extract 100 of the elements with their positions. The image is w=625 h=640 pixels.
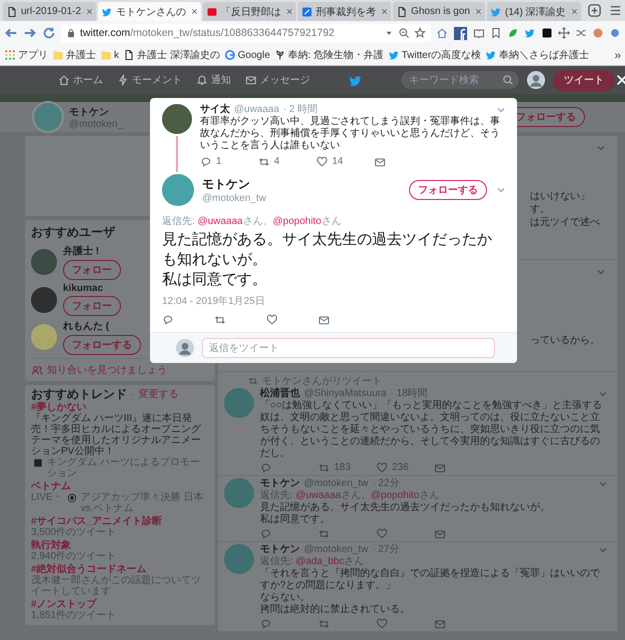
user-avatar — [224, 478, 254, 508]
bookmark-link[interactable]: k — [100, 49, 119, 61]
user-avatar — [31, 286, 57, 312]
shuffle-icon[interactable] — [575, 27, 587, 39]
nav-link[interactable]: モーメント — [117, 73, 182, 87]
follow-button[interactable]: フォロー — [63, 260, 121, 280]
leaf-icon[interactable] — [507, 27, 519, 39]
mention-link[interactable]: @popohito — [272, 216, 322, 227]
user-avatar[interactable] — [527, 71, 545, 89]
heart-icon[interactable] — [376, 618, 388, 630]
reply-field[interactable]: 返信をツイート — [202, 338, 495, 358]
speech-bubble-icon[interactable] — [260, 528, 272, 540]
trend-link[interactable]: #夢しかない — [31, 402, 209, 413]
address-field[interactable]: twitter.com/motoken_tw/status/1088633644757921792 — [61, 24, 431, 42]
square-icon[interactable] — [541, 27, 553, 39]
reload-icon[interactable] — [42, 26, 56, 40]
mention-link[interactable]: @uwaaaa — [296, 490, 341, 501]
action-count: 14 — [332, 156, 344, 168]
circle-icon[interactable] — [592, 27, 604, 39]
new-tab-icon[interactable] — [586, 3, 602, 18]
user-name: kikumac — [63, 283, 104, 294]
f-logo-icon[interactable] — [453, 26, 468, 40]
user-avatar — [31, 324, 57, 350]
browser-tab[interactable]: Ghosn is gon — [393, 2, 485, 21]
bookmark-link[interactable]: 奉納＼さらば弁護士 — [485, 48, 590, 62]
book-icon[interactable] — [473, 27, 485, 39]
close-icon[interactable] — [286, 8, 294, 15]
bookmark-link[interactable]: 弁護士 深澤諭史の — [123, 48, 220, 62]
close-icon[interactable] — [191, 8, 198, 15]
bookmark-link[interactable]: Twitterの高度な検 — [388, 48, 482, 62]
retweet-icon[interactable] — [214, 314, 226, 326]
bookmark-link[interactable]: 弁護士 — [52, 48, 96, 62]
mention-link[interactable]: @popohito — [370, 490, 420, 501]
tweet-text: は元ツイで述べ — [530, 216, 600, 229]
heart-icon[interactable] — [376, 462, 388, 474]
heart-icon[interactable] — [316, 156, 328, 168]
user-avatar — [162, 174, 194, 206]
bird-icon[interactable] — [524, 27, 536, 39]
user-avatar — [224, 388, 254, 418]
search-field[interactable]: キーワード検索 — [401, 71, 519, 89]
follow-button[interactable]: フォローする — [409, 180, 487, 200]
trend-link[interactable]: 執行対象 — [31, 540, 209, 551]
zoom-icon[interactable] — [398, 27, 410, 39]
star-icon[interactable] — [414, 27, 426, 39]
nav-link[interactable]: 通知 — [196, 73, 231, 87]
search-icon[interactable] — [502, 74, 514, 86]
nav-link[interactable]: ホーム — [58, 73, 103, 87]
move-icon[interactable] — [558, 27, 570, 39]
soccer-ball-icon — [66, 493, 77, 503]
speech-bubble-icon[interactable] — [260, 462, 272, 474]
forward-icon[interactable] — [23, 26, 37, 40]
browser-tab[interactable]: モトケンさんの — [98, 2, 202, 21]
more-bookmarks-button[interactable]: » — [614, 48, 621, 62]
back-icon[interactable] — [4, 26, 18, 40]
tweet-text: 私は同意です。 — [161, 270, 268, 290]
close-icon[interactable] — [381, 8, 388, 15]
action-count: 1 — [216, 156, 222, 168]
browser-tab[interactable]: url-2019-01-2 — [3, 2, 96, 21]
mention-link[interactable]: @ada_bbc — [296, 556, 344, 567]
nav-link[interactable]: メッセージ — [245, 73, 310, 87]
profile-name: モトケン — [69, 106, 110, 118]
envelope-icon[interactable] — [318, 314, 330, 326]
browser-tab[interactable]: (14) 深澤諭史 — [486, 2, 581, 21]
envelope-icon[interactable] — [434, 618, 446, 630]
heart-icon[interactable] — [376, 528, 388, 540]
tweet-text: 「それを言うと『拷問的な自白』での証拠を捏造による「冤罪」はいいのですか?との問題になります。」 — [260, 568, 601, 592]
plant-icon — [274, 49, 286, 61]
speech-bubble-icon[interactable] — [200, 156, 212, 168]
envelope-icon[interactable] — [374, 156, 386, 168]
retweet-icon[interactable] — [318, 528, 330, 540]
close-icon[interactable] — [86, 8, 94, 15]
tweet-text: 見た記憶がある。サイ太先生の過去ツイだったかも知れないが。 — [161, 230, 493, 270]
speech-bubble-icon[interactable] — [260, 618, 272, 630]
retweet-icon[interactable] — [318, 618, 330, 630]
envelope-icon[interactable] — [434, 462, 446, 474]
close-icon[interactable] — [570, 8, 578, 15]
follow-button[interactable]: フォロー — [63, 296, 121, 316]
follow-button[interactable]: フォローする — [63, 335, 141, 355]
heart-icon[interactable] — [266, 314, 278, 326]
mention-link[interactable]: @uwaaaa — [198, 216, 243, 227]
close-icon[interactable] — [474, 8, 482, 15]
tweet-button[interactable]: ツイート — [553, 70, 615, 90]
trend-link[interactable]: ベトナム — [31, 481, 209, 492]
envelope-icon[interactable] — [434, 528, 446, 540]
trend-link[interactable]: #絶対似合うコードネーム — [31, 564, 209, 575]
bookmark-link[interactable]: Google — [224, 49, 270, 61]
retweet-icon[interactable] — [318, 462, 330, 474]
user-avatar — [176, 339, 194, 357]
browser-tab[interactable]: 刑事裁判を考 — [298, 2, 392, 21]
trend-link[interactable]: #サイコパス_アニメイト診断 — [31, 516, 209, 527]
change-link[interactable]: 変更する — [138, 389, 178, 400]
trend-link[interactable]: #ノンストップ — [31, 599, 209, 610]
home-icon[interactable] — [436, 27, 448, 39]
speech-bubble-icon[interactable] — [162, 314, 174, 326]
home-icon — [58, 74, 70, 86]
browser-tab[interactable]: 「反日野郎は — [203, 2, 296, 21]
retweet-icon[interactable] — [258, 156, 270, 168]
bookmark-link[interactable]: 奉納: 危険生物・弁護 — [274, 48, 384, 62]
bookmark-link[interactable]: アプリ — [4, 48, 48, 62]
bookmark-icon[interactable] — [490, 27, 502, 39]
